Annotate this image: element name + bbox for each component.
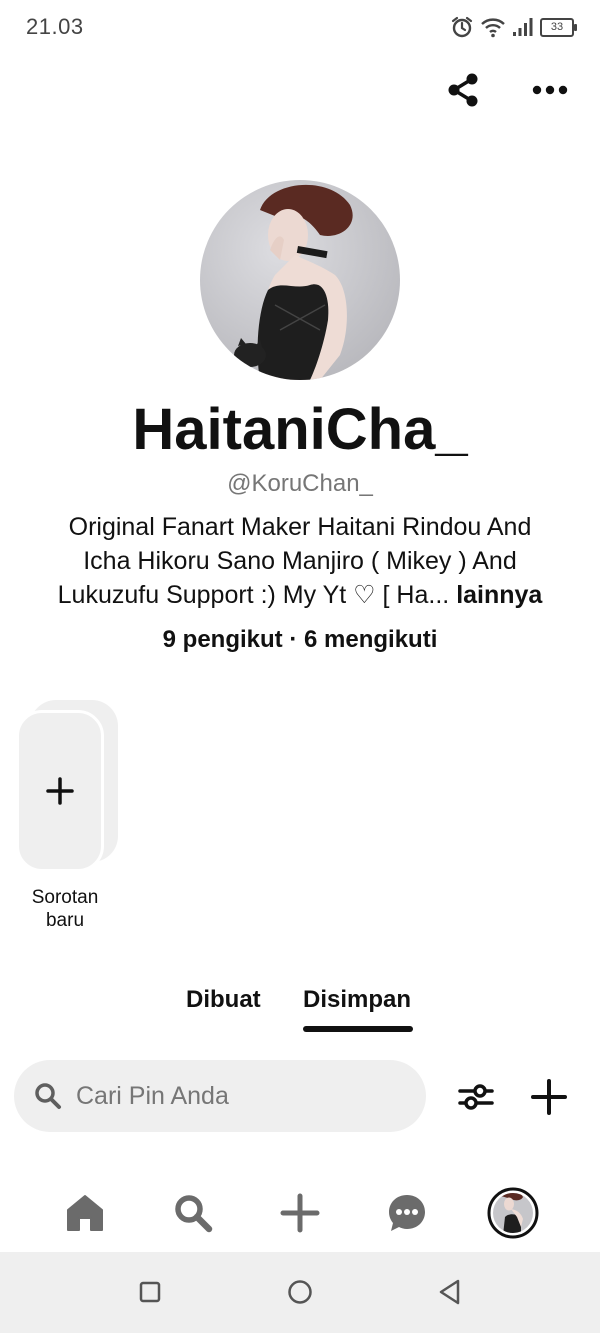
- avatar: [487, 1187, 539, 1239]
- alarm-icon: [451, 16, 473, 38]
- battery-indicator: 33: [540, 17, 577, 37]
- search-bar[interactable]: [14, 1060, 426, 1132]
- message-icon: [389, 1195, 425, 1231]
- back-button[interactable]: [430, 1272, 470, 1312]
- bio-line: Original Fanart Maker Haitani Rindou And: [68, 513, 532, 541]
- nav-messages[interactable]: [377, 1180, 437, 1246]
- profile-display-name: HaitaniCha_: [132, 397, 468, 462]
- followers-count[interactable]: 9 pengikut: [163, 626, 283, 653]
- bio-line-text: Lukuzufu Support :) My Yt ♡ [ Ha...: [57, 581, 450, 609]
- signal-icon: [513, 18, 533, 36]
- home-system-button[interactable]: [280, 1272, 320, 1312]
- new-highlight-button[interactable]: [16, 710, 104, 872]
- square-icon: [139, 1281, 161, 1303]
- bio-line: Icha Hikoru Sano Manjiro ( Mikey ) And: [83, 547, 517, 575]
- share-icon: [448, 73, 478, 107]
- back-triangle-icon: [439, 1279, 460, 1305]
- home-icon: [67, 1195, 103, 1231]
- search-icon: [175, 1195, 213, 1233]
- status-time: 21.03: [26, 14, 84, 39]
- wifi-icon: [481, 18, 505, 38]
- more-options-button[interactable]: [528, 68, 572, 112]
- bio-more-link[interactable]: lainnya: [456, 581, 542, 609]
- highlight-label-line: Sorotan: [31, 887, 99, 908]
- following-count[interactable]: 6 mengikuti: [304, 626, 437, 653]
- system-icons: 33: [450, 14, 577, 40]
- recents-button[interactable]: [130, 1272, 170, 1312]
- new-highlight-label: Sorotan baru: [10, 886, 120, 932]
- bottom-nav: [0, 1180, 600, 1250]
- filter-icon: [458, 1084, 494, 1110]
- nav-search[interactable]: [163, 1180, 223, 1246]
- share-button[interactable]: [441, 68, 485, 112]
- more-dots-icon: [532, 85, 568, 95]
- plus-icon: [531, 1079, 567, 1115]
- status-bar: 21.03 33: [0, 0, 600, 56]
- plus-icon: [280, 1193, 320, 1233]
- search-icon: [35, 1083, 61, 1109]
- nav-create[interactable]: [270, 1180, 330, 1246]
- follow-stats: 9 pengikut · 6 mengikuti: [0, 626, 600, 654]
- search-input[interactable]: [74, 1080, 408, 1112]
- active-tab-indicator: [303, 1026, 413, 1032]
- plus-icon: [46, 777, 74, 805]
- nav-home[interactable]: [55, 1180, 115, 1246]
- system-nav-bar: [0, 1252, 600, 1333]
- stats-separator: ·: [289, 626, 298, 653]
- profile-username: @KoruChan_: [227, 470, 373, 497]
- add-pin-button[interactable]: [527, 1075, 571, 1119]
- avatar-image: [200, 180, 400, 380]
- tab-saved[interactable]: Disimpan: [303, 986, 411, 1014]
- filter-button[interactable]: [454, 1075, 498, 1119]
- profile-bio: Original Fanart Maker Haitani Rindou And…: [30, 510, 570, 612]
- bio-line: Lukuzufu Support :) My Yt ♡ [ Ha... lain…: [30, 578, 570, 612]
- tab-created[interactable]: Dibuat: [186, 986, 261, 1014]
- highlight-label-line: baru: [45, 910, 85, 931]
- nav-profile[interactable]: [483, 1180, 543, 1246]
- circle-icon: [288, 1280, 312, 1304]
- profile-avatar[interactable]: [200, 180, 400, 380]
